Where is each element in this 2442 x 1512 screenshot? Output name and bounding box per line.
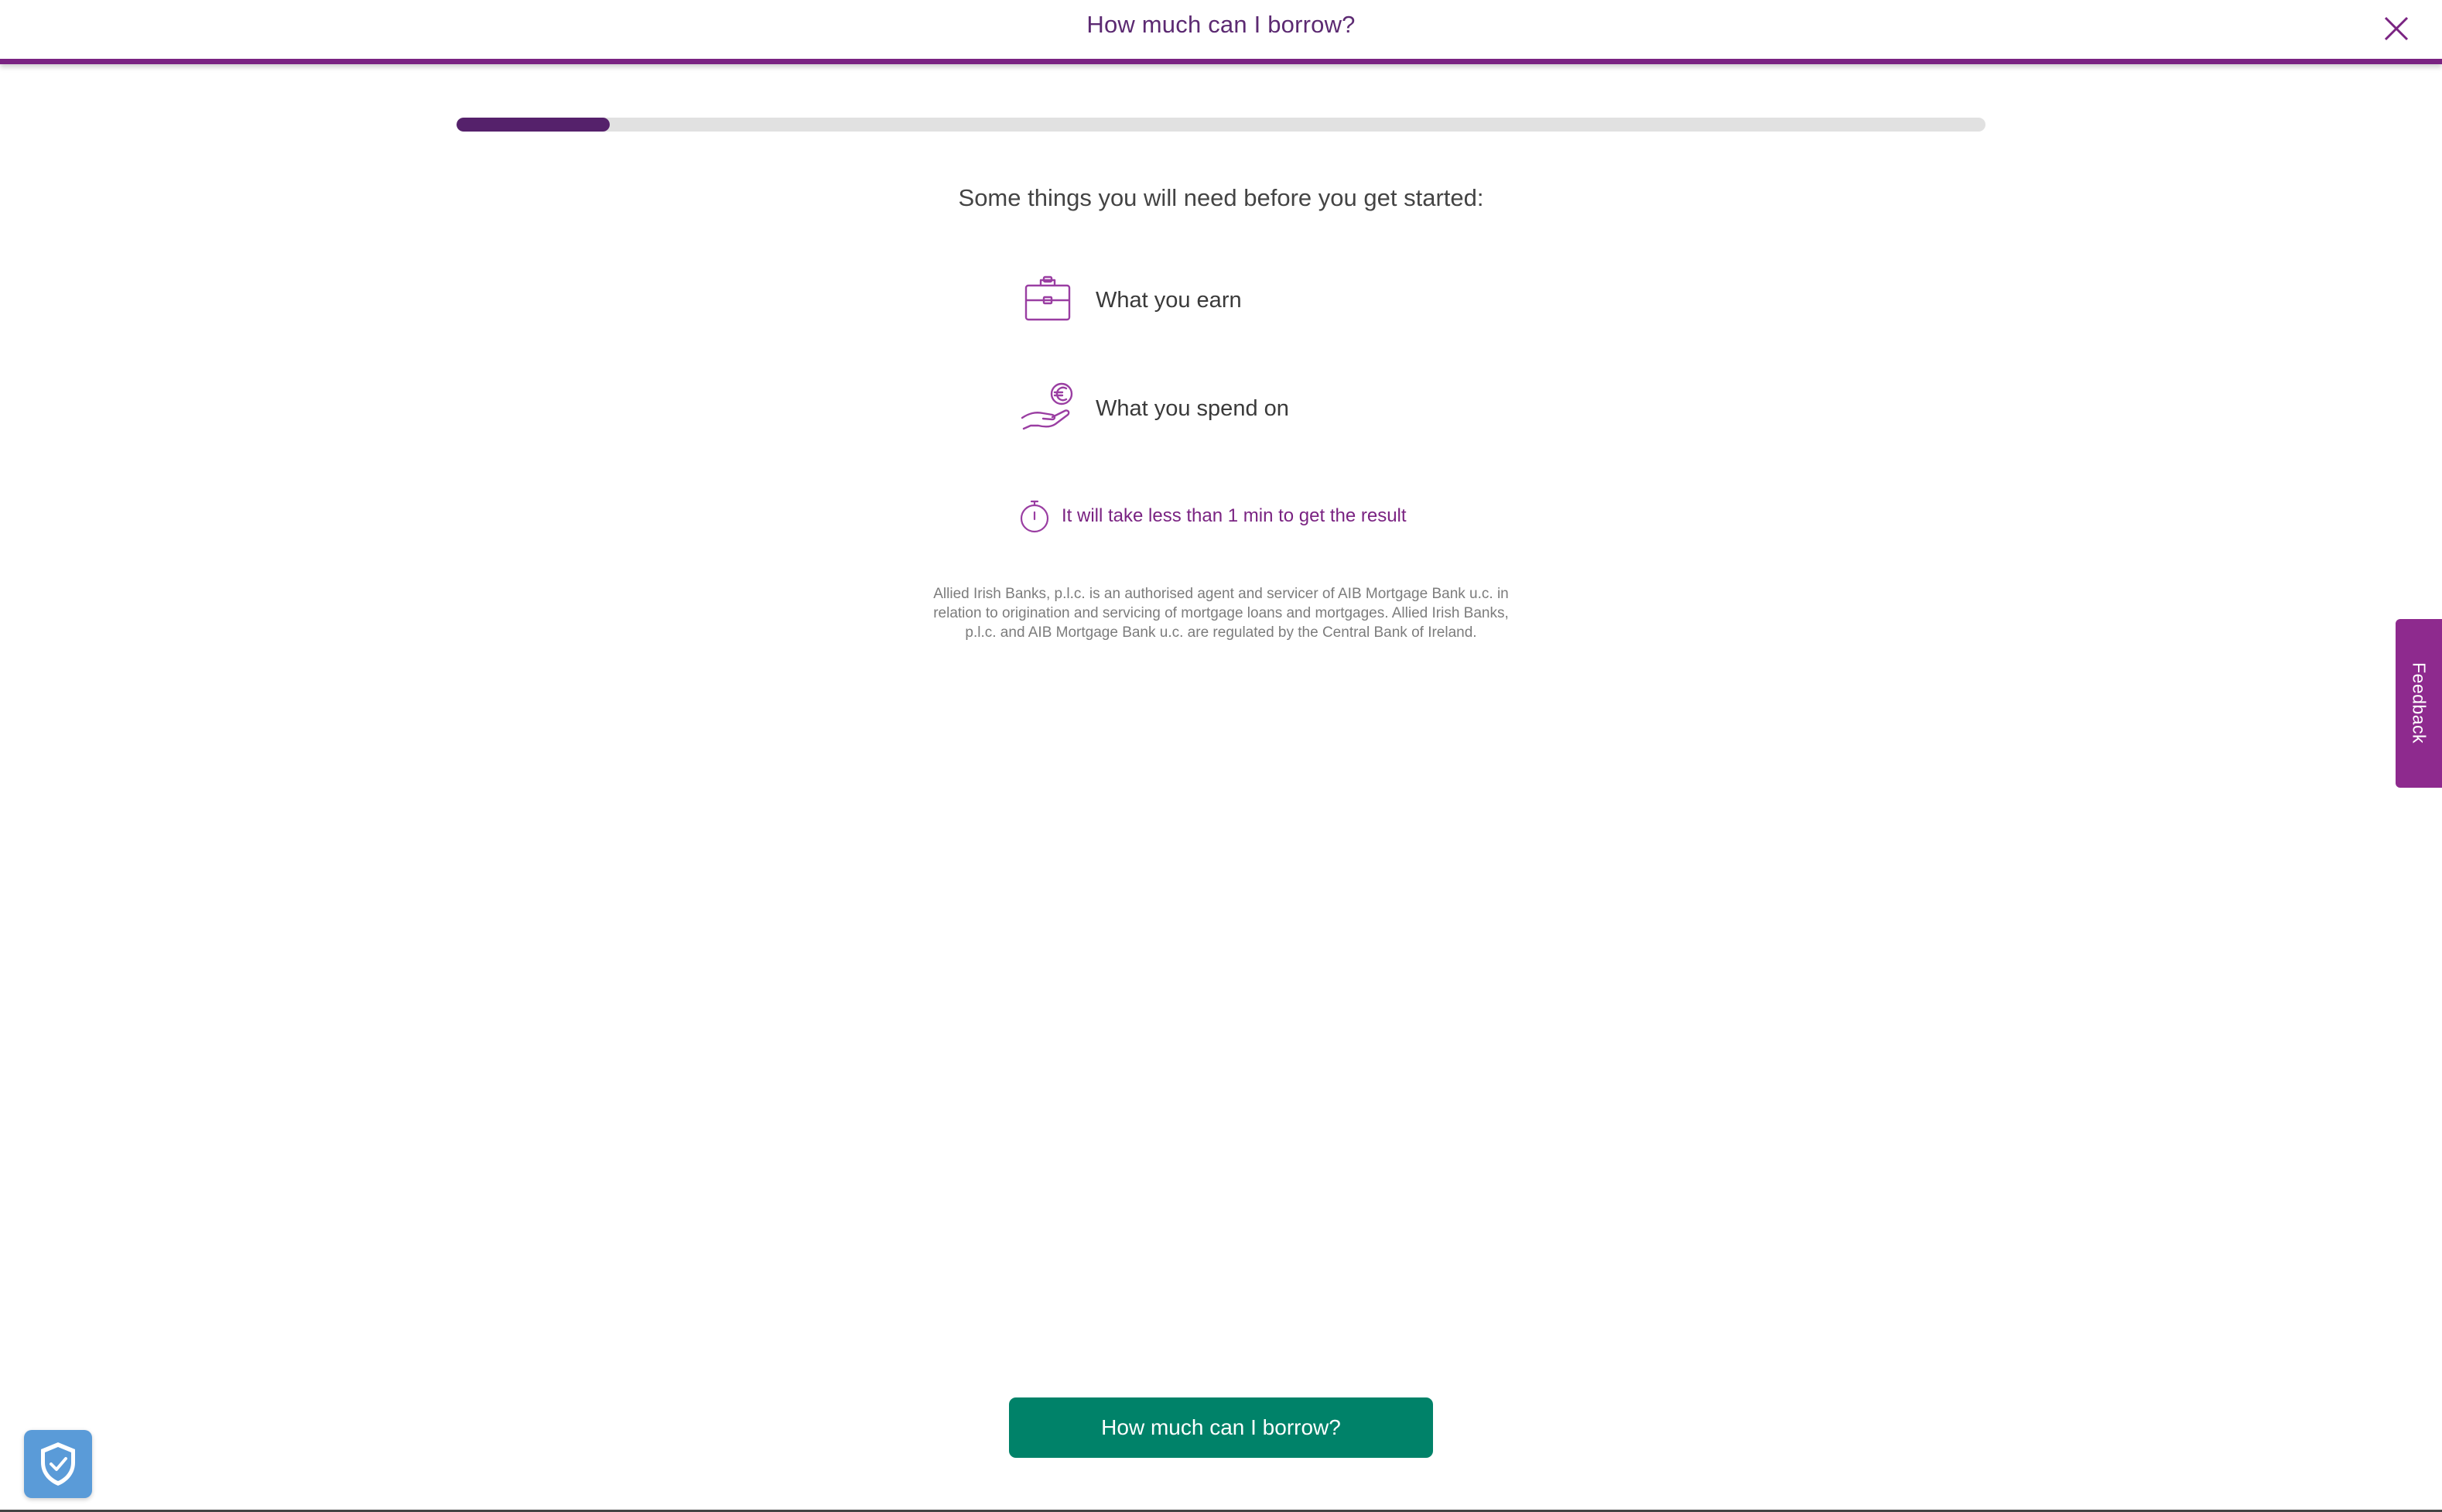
requirement-item-earn: What you earn — [1020, 272, 1242, 328]
page: How much can I borrow? Some things you w… — [0, 0, 2442, 1512]
close-button[interactable] — [2383, 15, 2410, 42]
how-much-can-i-borrow-button[interactable]: How much can I borrow? — [1009, 1397, 1433, 1458]
requirement-item-spend: What you spend on — [1020, 381, 1289, 436]
time-note: It will take less than 1 min to get the … — [1018, 498, 1407, 534]
header-bar: How much can I borrow? — [0, 0, 2442, 64]
progress-fill — [457, 118, 610, 132]
briefcase-icon — [1020, 272, 1076, 328]
privacy-settings-button[interactable] — [24, 1430, 92, 1498]
requirement-label: What you earn — [1096, 287, 1242, 313]
time-note-text: It will take less than 1 min to get the … — [1062, 505, 1407, 526]
close-icon — [2384, 16, 2409, 41]
shield-check-icon — [41, 1442, 75, 1486]
hand-euro-icon — [1020, 381, 1076, 436]
intro-text: Some things you will need before you get… — [958, 184, 1484, 211]
regulatory-disclaimer: Allied Irish Banks, p.l.c. is an authori… — [933, 586, 1509, 641]
stopwatch-icon — [1020, 500, 1049, 533]
feedback-label: Feedback — [2409, 662, 2430, 744]
progress-bar — [457, 118, 1985, 132]
page-title: How much can I borrow? — [1086, 11, 1356, 38]
requirement-label: What you spend on — [1096, 395, 1289, 421]
feedback-tab[interactable]: Feedback — [2396, 619, 2442, 788]
